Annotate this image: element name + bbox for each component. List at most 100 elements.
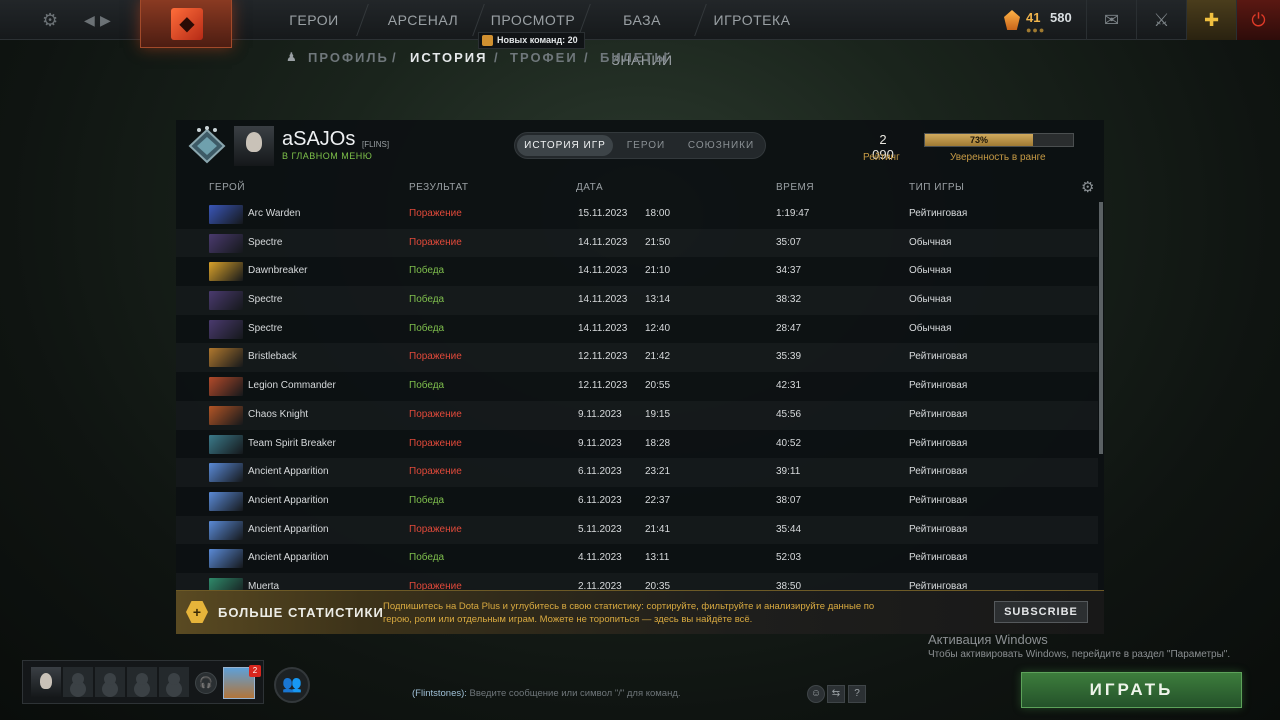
emoticon-button[interactable]: ☺ [807, 685, 825, 703]
nav-learn[interactable]: БАЗА ЗНАНИЙ [592, 0, 692, 68]
table-row[interactable]: Legion Commander Победа 12.11.2023 20:55 42:… [176, 372, 1098, 401]
party-slot-empty[interactable] [95, 667, 125, 697]
hero-portrait [209, 405, 243, 425]
inventory-button[interactable]: ⚔ [1136, 0, 1186, 40]
hero-name: Muerta [248, 580, 280, 590]
column-header-duration[interactable]: ВРЕМЯ [776, 182, 814, 193]
match-date: 6.11.2023 [578, 466, 622, 478]
table-row[interactable]: Chaos Knight Поражение 9.11.2023 19:15 45:56… [176, 401, 1098, 430]
subnav-trophies[interactable]: ТРОФЕИ [510, 50, 578, 65]
party-slot-empty[interactable] [159, 667, 189, 697]
table-row[interactable]: Spectre Поражение 14.11.2023 21:50 35:07 Обыч… [176, 229, 1098, 258]
table-row[interactable]: Arc Warden Поражение 15.11.2023 18:00 1:19:4… [176, 200, 1098, 229]
match-start-time: 21:50 [645, 236, 671, 248]
hero-portrait [209, 463, 243, 483]
match-duration: 35:44 [776, 523, 802, 535]
column-header-game-type[interactable]: ТИП ИГРЫ [909, 182, 964, 193]
match-duration: 38:50 [776, 580, 802, 590]
voice-chat-headset-icon[interactable]: 🎧 [195, 672, 217, 694]
tab-match-history[interactable]: ИСТОРИЯ ИГР [517, 135, 613, 156]
hero-name: Dawnbreaker [248, 265, 308, 277]
windows-activation-watermark: Активация Windows Чтобы активировать Win… [928, 632, 1230, 660]
settings-gear-icon[interactable]: ⚙ [42, 8, 58, 32]
hero-name: Spectre [248, 294, 283, 306]
match-duration: 38:07 [776, 494, 802, 506]
table-row[interactable]: Ancient Apparition Поражение 6.11.2023 23:2… [176, 458, 1098, 487]
dota-plus-button[interactable]: ✚ [1186, 0, 1236, 40]
tab-allies[interactable]: СОЮЗНИКИ [679, 135, 763, 156]
match-duration: 38:32 [776, 294, 802, 306]
table-row[interactable]: Bristleback Поражение 12.11.2023 21:42 35:39… [176, 343, 1098, 372]
dota-logo-home-button[interactable]: ◆ [140, 0, 232, 48]
game-type: Рейтинговая [909, 552, 968, 564]
play-button[interactable]: ИГРАТЬ [1021, 672, 1242, 708]
game-type: Обычная [909, 265, 952, 277]
table-row[interactable]: Spectre Победа 14.11.2023 13:14 38:32 Обычная [176, 286, 1098, 315]
chat-placeholder: Введите сообщение или символ "/" для ком… [469, 688, 681, 699]
table-row[interactable]: Dawnbreaker Победа 14.11.2023 21:10 34:37 Обы… [176, 257, 1098, 286]
chat-channel: (Flintstones): [412, 688, 467, 699]
player-avatar[interactable] [234, 126, 274, 166]
hero-portrait [209, 434, 243, 454]
nav-arcade[interactable]: ИГРОТЕКА [710, 0, 794, 40]
chat-wheel-button[interactable]: ⇆ [827, 685, 845, 703]
match-duration: 35:39 [776, 351, 802, 363]
party-slot-self[interactable] [31, 667, 61, 697]
hero-portrait [209, 577, 243, 590]
match-duration: 45:56 [776, 408, 802, 420]
party-slot-empty[interactable] [127, 667, 157, 697]
match-result: Поражение [409, 236, 462, 248]
subscribe-button[interactable]: SUBSCRIBE [994, 601, 1088, 623]
shard-count: 41 [1026, 10, 1041, 25]
chat-help-button[interactable]: ? [848, 685, 866, 703]
table-row[interactable]: Ancient Apparition Поражение 5.11.2023 21:4… [176, 516, 1098, 545]
table-row[interactable]: Ancient Apparition Победа 6.11.2023 22:37 38… [176, 487, 1098, 516]
hero-portrait [209, 291, 243, 311]
subnav-tickets[interactable]: БИЛЕТЫ [600, 50, 669, 65]
hero-name: Ancient Apparition [248, 494, 329, 506]
party-bar: 🎧 2 [22, 660, 264, 704]
chat-wheel-icon: ⇆ [831, 688, 841, 699]
column-header-hero[interactable]: ГЕРОЙ [209, 182, 245, 193]
tab-heroes[interactable]: ГЕРОИ [619, 135, 673, 156]
match-date: 9.11.2023 [578, 408, 622, 420]
table-row[interactable]: Spectre Победа 14.11.2023 12:40 28:47 Обычная [176, 315, 1098, 344]
match-start-time: 21:10 [645, 265, 671, 277]
friends-button[interactable]: 👥 [274, 667, 310, 703]
forward-arrow-icon[interactable]: ▶ [100, 8, 111, 32]
nav-armory[interactable]: АРСЕНАЛ [378, 0, 468, 40]
game-type: Рейтинговая [909, 580, 968, 590]
column-header-result[interactable]: РЕЗУЛЬТАТ [409, 182, 468, 193]
column-header-date[interactable]: ДАТА [576, 182, 603, 193]
match-date: 14.11.2023 [578, 236, 628, 248]
back-arrow-icon[interactable]: ◀ [84, 8, 95, 32]
match-duration: 34:37 [776, 265, 802, 277]
game-type: Рейтинговая [909, 408, 968, 420]
subnav-separator: / [494, 50, 500, 65]
party-slot-empty[interactable] [63, 667, 93, 697]
hero-name: Spectre [248, 322, 283, 334]
match-result: Победа [409, 322, 445, 334]
player-status: В ГЛАВНОМ МЕНЮ [282, 151, 373, 161]
notification-icon [482, 35, 493, 46]
table-row[interactable]: Muerta Поражение 2.11.2023 20:35 38:50 Рейтин… [176, 573, 1098, 590]
player-name: aSAJOs [282, 128, 356, 150]
nav-heroes[interactable]: ГЕРОИ [272, 0, 356, 40]
hero-name: Spectre [248, 236, 283, 248]
table-row[interactable]: Team Spirit Breaker Поражение 9.11.2023 18:… [176, 430, 1098, 459]
nav-divider [356, 4, 369, 36]
subnav-history[interactable]: ИСТОРИЯ [410, 50, 488, 65]
exit-button[interactable]: ⏻ [1236, 0, 1280, 40]
subnav-profile[interactable]: ПРОФИЛЬ [308, 50, 389, 65]
match-start-time: 20:55 [645, 380, 671, 392]
new-commands-notification[interactable]: Новых команд: 20 [478, 32, 585, 49]
dota-plus-promo-banner: + БОЛЬШЕ СТАТИСТИКИ Подпишитесь на Dota … [176, 590, 1104, 634]
chat-input[interactable]: (Flintstones): Введите сообщение или сим… [412, 684, 826, 704]
mail-button[interactable]: ✉ [1086, 0, 1136, 40]
match-list-scrollbar[interactable] [1099, 202, 1103, 454]
shard-icon [1004, 10, 1020, 30]
roster-count-badge: 2 [249, 665, 261, 677]
table-row[interactable]: Ancient Apparition Победа 4.11.2023 13:11 52… [176, 544, 1098, 573]
table-settings-gear-icon[interactable]: ⚙ [1081, 178, 1094, 196]
match-result: Победа [409, 380, 445, 392]
